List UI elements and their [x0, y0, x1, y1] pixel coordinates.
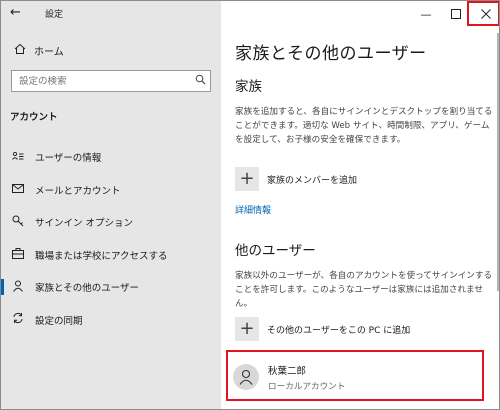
sidebar-item-email[interactable]: メールとアカウント — [1, 174, 221, 207]
key-icon — [11, 215, 25, 230]
other-users-heading: 他のユーザー — [235, 243, 316, 259]
sidebar-item-user-info[interactable]: ユーザーの情報 — [1, 141, 221, 174]
sidebar-item-label: 家族とその他のユーザー — [35, 283, 140, 295]
app-title: 設定 — [45, 10, 64, 20]
back-arrow-icon[interactable]: ← — [10, 5, 30, 21]
user-card-icon — [11, 151, 25, 164]
add-family-label: 家族のメンバーを追加 — [267, 175, 358, 186]
home-label: ホーム — [34, 46, 64, 58]
person-icon — [11, 280, 25, 295]
add-family-member-button[interactable]: + 家族のメンバーを追加 — [235, 167, 357, 191]
sidebar-item-work-school[interactable]: 職場または学校にアクセスする — [1, 239, 221, 272]
family-description: 家族を追加すると、各自にサインインとデスクトップを割り当てることができます。適切… — [235, 107, 493, 145]
family-heading: 家族 — [235, 79, 262, 95]
sidebar: ← 設定 ホーム アカウント ユーザーの情報 — [1, 1, 221, 409]
settings-window: ← 設定 ホーム アカウント ユーザーの情報 — [0, 0, 500, 410]
minimize-icon[interactable]: — — [411, 1, 441, 27]
user-highlight-box — [226, 350, 484, 401]
section-title: アカウント — [10, 112, 58, 123]
mail-icon — [11, 183, 25, 196]
sidebar-item-label: 職場または学校にアクセスする — [35, 250, 168, 262]
main-panel: — 家族とその他のユーザー 家族 家族を追加すると、各自にサインインとデスクトッ… — [221, 1, 499, 409]
briefcase-icon — [11, 247, 25, 262]
sidebar-item-label: メールとアカウント — [35, 185, 121, 197]
sidebar-item-label: 設定の同期 — [35, 315, 83, 327]
sidebar-nav: ユーザーの情報 メールとアカウント サインイン オプション 職場または学校にアク… — [1, 141, 221, 336]
add-other-user-button[interactable]: + その他のユーザーをこの PC に追加 — [235, 317, 410, 341]
sidebar-item-sync[interactable]: 設定の同期 — [1, 304, 221, 337]
plus-icon: + — [235, 317, 259, 341]
sidebar-item-signin[interactable]: サインイン オプション — [1, 206, 221, 239]
sync-icon — [11, 312, 25, 327]
other-users-description: 家族以外のユーザーが、各自のアカウントを使ってサインインすることを許可します。こ… — [235, 271, 493, 309]
page-title: 家族とその他のユーザー — [235, 44, 427, 64]
scrollbar[interactable] — [497, 33, 499, 291]
search-box[interactable] — [11, 70, 211, 92]
sidebar-item-family[interactable]: 家族とその他のユーザー — [1, 271, 221, 304]
plus-icon: + — [235, 167, 259, 191]
more-info-link[interactable]: 詳細情報 — [235, 203, 271, 216]
close-highlight-box — [467, 1, 499, 26]
add-other-user-label: その他のユーザーをこの PC に追加 — [267, 325, 411, 336]
sidebar-item-label: ユーザーの情報 — [35, 153, 102, 165]
search-icon[interactable] — [190, 74, 210, 88]
search-input[interactable] — [12, 75, 190, 87]
sidebar-item-label: サインイン オプション — [35, 218, 134, 230]
home-icon — [13, 43, 27, 58]
sidebar-item-home[interactable]: ホーム — [1, 39, 221, 61]
